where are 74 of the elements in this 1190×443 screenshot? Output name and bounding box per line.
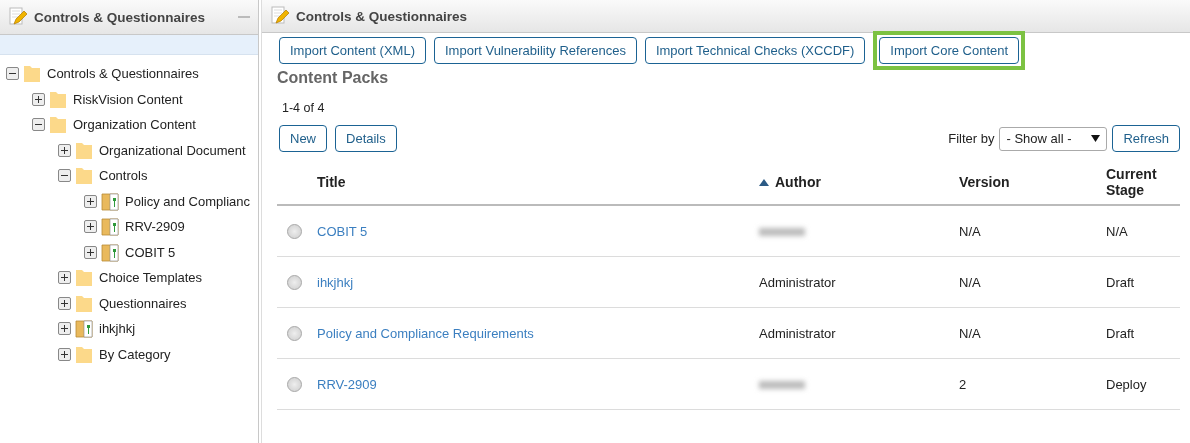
section-title: Content Packs [277, 69, 390, 87]
column-header[interactable]: Title [317, 174, 346, 190]
new-button[interactable]: New [279, 125, 327, 152]
radio-button[interactable] [287, 376, 302, 392]
expand-toggle[interactable] [58, 347, 71, 361]
expand-toggle[interactable] [84, 245, 97, 259]
expand-toggle[interactable] [84, 194, 97, 208]
refresh-button[interactable]: Refresh [1112, 125, 1180, 152]
tree-item[interactable]: Organization Content [73, 117, 196, 133]
column-header[interactable]: Version [959, 174, 1010, 190]
folder-icon [75, 166, 93, 186]
title-link[interactable]: RRV-2909 [317, 376, 377, 392]
import-button[interactable]: Import Vulnerability References [434, 37, 637, 64]
content-pack-icon [101, 217, 119, 237]
stage-text: N/A [1106, 223, 1128, 239]
stage-text: Draft [1106, 325, 1135, 341]
import-button[interactable]: Import Core Content [879, 37, 1020, 64]
radio-button[interactable] [287, 223, 302, 239]
tree-item[interactable]: RiskVision Content [73, 91, 183, 107]
column-header[interactable]: Current Stage [1106, 166, 1166, 198]
tree-item[interactable]: Questionnaires [99, 295, 187, 311]
folder-icon [75, 344, 93, 364]
expand-toggle[interactable] [58, 143, 71, 157]
version-text: 2 [959, 376, 967, 392]
tree-item[interactable]: COBIT 5 [125, 244, 176, 260]
tree-item[interactable]: Controls & Questionnaires [47, 66, 199, 82]
filter-label: Filter by [948, 131, 995, 146]
folder-icon [75, 140, 93, 160]
tree-item[interactable]: Policy and Complianc [125, 193, 250, 209]
edit-icon [8, 7, 28, 27]
content-pack-icon [101, 191, 119, 211]
expand-toggle[interactable] [58, 322, 71, 336]
import-button[interactable]: Import Technical Checks (XCCDF) [644, 37, 866, 64]
details-button[interactable]: Details [335, 125, 397, 152]
content-pack-icon [101, 242, 119, 262]
title-link[interactable]: COBIT 5 [317, 223, 368, 239]
content-pack-icon [75, 319, 93, 339]
filter-dropdown[interactable]: - Show all - [999, 126, 1108, 151]
tree-item[interactable]: Organizational Document [99, 142, 246, 158]
folder-icon [75, 268, 93, 288]
expand-toggle[interactable] [58, 296, 71, 310]
folder-icon [75, 293, 93, 313]
dropdown-arrow-icon [1091, 135, 1101, 142]
folder-icon [49, 115, 67, 135]
tree-item[interactable]: ihkjhkj [99, 321, 136, 337]
stage-text: Deploy [1106, 376, 1147, 392]
record-count: 1-4 of 4 [282, 101, 326, 115]
radio-button[interactable] [287, 274, 302, 290]
author-text: Administrator [759, 325, 836, 341]
stage-text: Draft [1106, 274, 1135, 290]
version-text: N/A [959, 274, 981, 290]
radio-button[interactable] [287, 325, 302, 341]
expand-toggle[interactable] [32, 92, 45, 106]
folder-icon [49, 89, 67, 109]
expand-toggle[interactable] [84, 220, 97, 234]
collapse-toggle[interactable] [32, 118, 45, 132]
title-link[interactable]: Policy and Compliance Requirements [317, 325, 534, 341]
edit-icon [270, 6, 290, 26]
column-header[interactable]: Author [775, 174, 821, 190]
tree-item[interactable]: Choice Templates [99, 270, 203, 286]
collapse-toggle[interactable] [58, 169, 71, 183]
expand-toggle[interactable] [58, 271, 71, 285]
panel-title: Controls & Questionnaires [34, 9, 206, 25]
tree-item[interactable]: RRV-2909 [125, 219, 185, 235]
collapse-toggle[interactable] [6, 67, 19, 81]
title-link[interactable]: ihkjhkj [317, 274, 354, 290]
panel-title: Controls & Questionnaires [296, 8, 468, 24]
import-button[interactable]: Import Content (XML) [279, 37, 426, 64]
version-text: N/A [959, 223, 981, 239]
tree-item[interactable]: Controls [99, 168, 148, 184]
tree-item[interactable]: By Category [99, 346, 171, 362]
version-text: N/A [959, 325, 981, 341]
folder-icon [23, 64, 41, 84]
author-text: Administrator [759, 274, 836, 290]
